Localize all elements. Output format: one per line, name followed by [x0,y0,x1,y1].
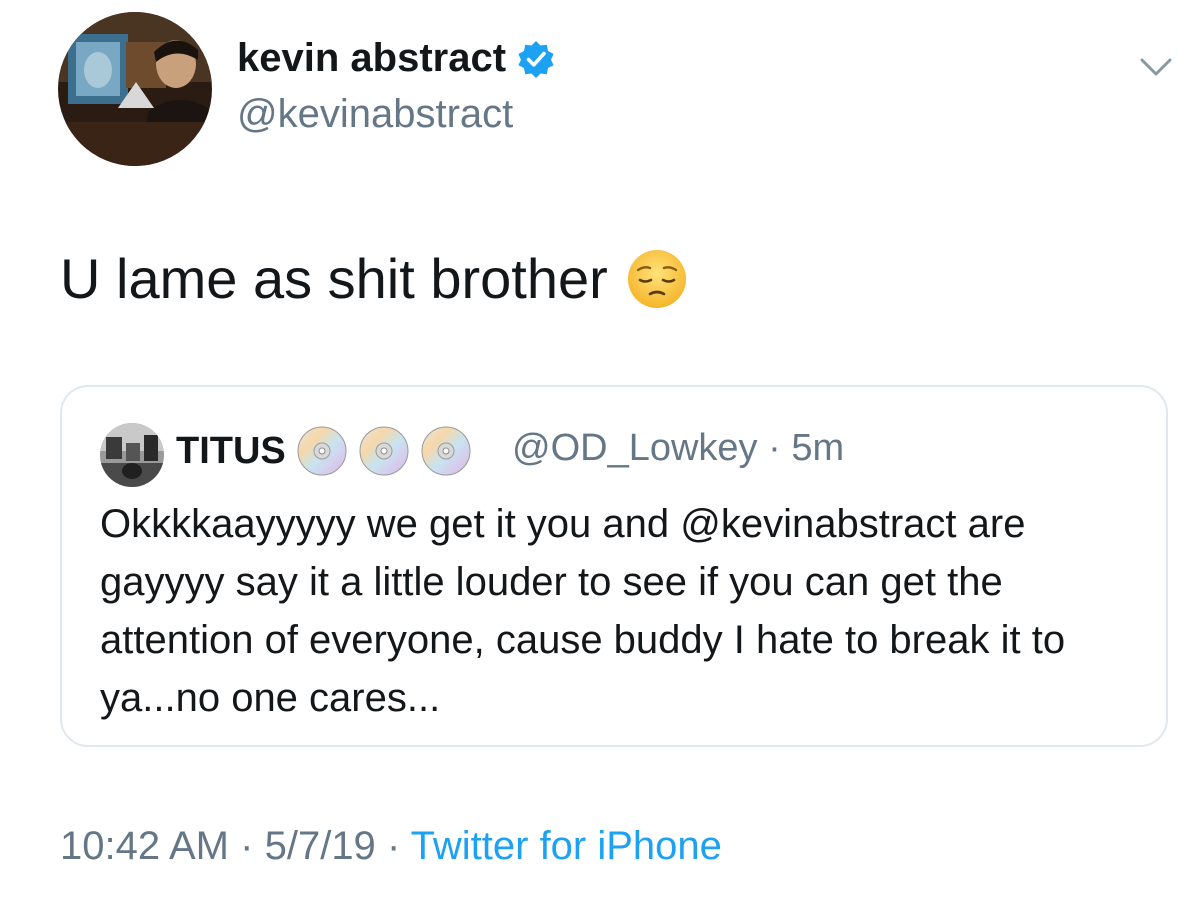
quoted-handle-text: @OD_Lowkey [512,427,758,469]
tweet-source-link[interactable]: Twitter for iPhone [411,824,722,868]
author-name-text[interactable]: kevin abstract [237,36,506,81]
quoted-age: 5m [791,427,845,469]
quoted-author-name-text: TITUS [176,429,286,472]
tweet-text-body: U lame as shit brother [60,247,608,310]
author-handle[interactable]: @kevinabstract [237,92,513,137]
cd-icon [420,425,472,477]
quoted-separator: · [768,427,781,469]
quoted-author-handle: @OD_Lowkey · 5m [512,427,844,470]
quoted-tweet-card[interactable]: TITUS @OD_Lowkey · 5m Okkkkaayyyyy we ge… [60,385,1168,747]
tweet-meta: 10:42 AM · 5/7/19 · Twitter for iPhone [60,824,722,869]
meta-separator: · [240,824,254,868]
cd-icon [296,425,348,477]
tweet-date[interactable]: 5/7/19 [265,824,376,868]
verified-badge-icon [516,39,556,79]
tweet-time: 10:42 AM [60,824,230,868]
cd-icon [358,425,410,477]
pensive-face-icon [626,248,688,310]
tweet-text: U lame as shit brother [60,246,688,311]
quoted-author-name: TITUS [176,425,472,477]
author-avatar[interactable] [58,12,212,166]
meta-separator: · [386,824,401,868]
author-name[interactable]: kevin abstract [237,36,556,81]
quoted-author-avatar [100,423,164,487]
quoted-tweet-text: Okkkkaayyyyy we get it you and @kevinabs… [100,502,1066,720]
chevron-down-icon[interactable] [1138,52,1174,82]
